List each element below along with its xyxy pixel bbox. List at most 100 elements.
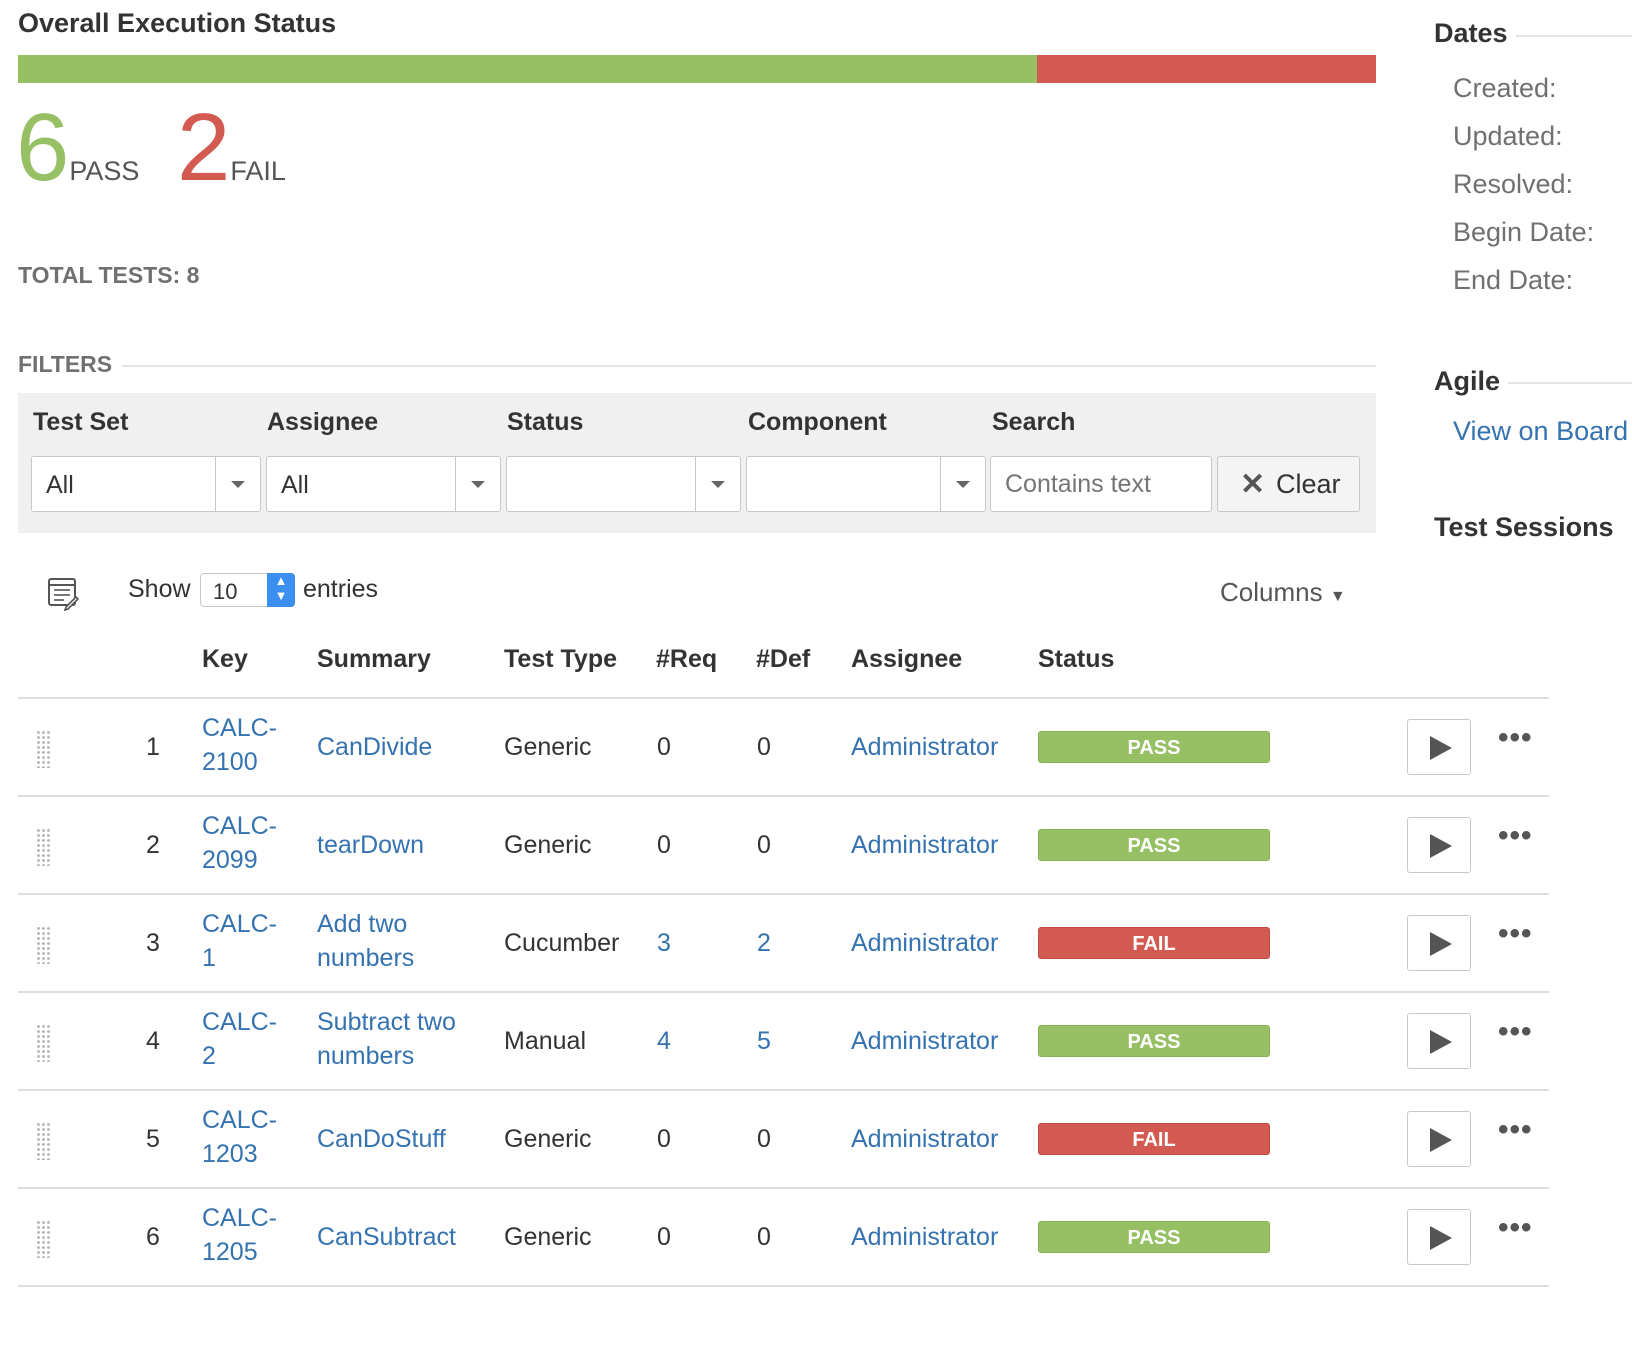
test-key-link[interactable]: CALC- 1205 (202, 1201, 277, 1269)
table-row: 2 CALC- 2099 tearDown Generic 0 0 Administrator… (18, 797, 1549, 893)
begin-date-label: Begin Date: (1453, 217, 1595, 247)
clear-label: Clear (1276, 469, 1341, 499)
key-number: 1 (202, 944, 216, 972)
test-key-link[interactable]: CALC- 2100 (202, 711, 277, 779)
play-icon[interactable] (1407, 1111, 1471, 1167)
columns-dropdown[interactable]: Columns ▼ (1220, 577, 1346, 608)
drag-handle-icon[interactable] (36, 828, 52, 866)
summary-line-1: Subtract two (317, 1008, 456, 1036)
status-filter-label: Status (507, 408, 584, 436)
test-sessions-heading: Test Sessions (1434, 512, 1614, 542)
req-count[interactable]: 4 (657, 1024, 671, 1058)
ellipsis-icon[interactable]: ••• (1498, 917, 1533, 951)
test-type: Generic (504, 831, 592, 859)
assignee-link[interactable]: Administrator (851, 828, 998, 862)
summary-link[interactable]: CanDoStuff (317, 1122, 446, 1156)
clear-button[interactable]: ✕ Clear (1217, 456, 1360, 512)
col-header-test-type[interactable]: Test Type (504, 645, 617, 674)
list-edit-icon[interactable] (46, 577, 80, 611)
ellipsis-icon[interactable]: ••• (1498, 1015, 1533, 1049)
caret-down-icon[interactable] (215, 457, 260, 511)
status-badge: FAIL (1038, 1123, 1270, 1155)
summary-link[interactable]: CanSubtract (317, 1220, 456, 1254)
view-on-board-link[interactable]: View on Board (1453, 416, 1628, 447)
col-header-def[interactable]: #Def (756, 645, 810, 674)
play-icon[interactable] (1407, 1209, 1471, 1265)
page-title: Overall Execution Status (18, 8, 337, 38)
summary-link[interactable]: Add two numbers (317, 907, 414, 975)
component-select[interactable] (746, 456, 986, 512)
test-key-link[interactable]: CALC- 1 (202, 907, 277, 975)
table-row: 5 CALC- 1203 CanDoStuff Generic 0 0 Administrat… (18, 1091, 1549, 1187)
row-number: 2 (146, 831, 160, 859)
summary-link[interactable]: CanDivide (317, 730, 432, 764)
agile-divider (1508, 382, 1632, 384)
play-icon[interactable] (1407, 719, 1471, 775)
fail-summary: 2FAIL (177, 100, 286, 196)
drag-handle-icon[interactable] (36, 1024, 52, 1062)
row-number: 4 (146, 1027, 160, 1055)
assignee-link[interactable]: Administrator (851, 1024, 998, 1058)
play-icon[interactable] (1407, 817, 1471, 873)
def-count[interactable]: 5 (757, 1024, 771, 1058)
caret-down-icon[interactable] (695, 457, 740, 511)
drag-handle-icon[interactable] (36, 1122, 52, 1160)
table-row: 3 CALC- 1 Add two numbers Cucumber 3 2 Administr… (18, 895, 1549, 991)
test-key-link[interactable]: CALC- 1203 (202, 1103, 277, 1171)
col-header-req[interactable]: #Req (656, 645, 717, 674)
assignee-link[interactable]: Administrator (851, 1220, 998, 1254)
def-count[interactable]: 2 (757, 926, 771, 960)
dates-divider (1516, 35, 1632, 37)
summary-line-1: CanDoStuff (317, 1125, 446, 1153)
assignee-link[interactable]: Administrator (851, 1122, 998, 1156)
assignee-link[interactable]: Administrator (851, 926, 998, 960)
test-set-select[interactable]: All (31, 456, 261, 512)
row-number: 6 (146, 1223, 160, 1251)
req-count: 0 (657, 1125, 671, 1153)
key-prefix: CALC- (202, 1106, 278, 1134)
ellipsis-icon[interactable]: ••• (1498, 819, 1533, 853)
dates-heading: Dates (1434, 18, 1508, 48)
drag-handle-icon[interactable] (36, 1220, 52, 1258)
search-input[interactable] (990, 456, 1212, 512)
ellipsis-icon[interactable]: ••• (1498, 1211, 1533, 1245)
status-badge: PASS (1038, 1221, 1270, 1253)
filters-heading: FILTERS (18, 351, 113, 377)
entries-label: entries (303, 575, 379, 603)
entries-select[interactable]: 10 ▲ ▼ (200, 573, 295, 607)
col-header-status[interactable]: Status (1038, 645, 1114, 674)
drag-handle-icon[interactable] (36, 730, 52, 768)
resolved-label: Resolved: (1453, 169, 1574, 199)
col-header-key[interactable]: Key (202, 645, 248, 674)
ellipsis-icon[interactable]: ••• (1498, 721, 1533, 755)
assignee-link[interactable]: Administrator (851, 730, 998, 764)
status-select[interactable] (506, 456, 741, 512)
test-key-link[interactable]: CALC- 2 (202, 1005, 277, 1073)
execution-progress-bar (18, 55, 1376, 83)
table-row: 1 CALC- 2100 CanDivide Generic 0 0 Administrato… (18, 699, 1549, 795)
drag-handle-icon[interactable] (36, 926, 52, 964)
col-header-summary[interactable]: Summary (317, 645, 431, 674)
play-icon[interactable] (1407, 1013, 1471, 1069)
test-type: Generic (504, 733, 592, 761)
test-key-link[interactable]: CALC- 2099 (202, 809, 277, 877)
status-badge: FAIL (1038, 927, 1270, 959)
key-number: 1205 (202, 1238, 258, 1266)
summary-link[interactable]: tearDown (317, 828, 424, 862)
ellipsis-icon[interactable]: ••• (1498, 1113, 1533, 1147)
summary-line-1: CanSubtract (317, 1223, 456, 1251)
updated-label: Updated: (1453, 121, 1563, 151)
stepper-arrows-icon[interactable]: ▲ ▼ (267, 573, 295, 607)
req-count[interactable]: 3 (657, 926, 671, 960)
key-number: 2100 (202, 748, 258, 776)
assignee-select[interactable]: All (266, 456, 501, 512)
caret-down-icon[interactable] (455, 457, 500, 511)
summary-line-2: numbers (317, 944, 415, 972)
summary-link[interactable]: Subtract two numbers (317, 1005, 456, 1073)
play-icon[interactable] (1407, 915, 1471, 971)
key-prefix: CALC- (202, 1204, 278, 1232)
pass-count: 6 (16, 94, 70, 201)
created-label: Created: (1453, 73, 1557, 103)
col-header-assignee[interactable]: Assignee (851, 645, 962, 674)
caret-down-icon[interactable] (940, 457, 985, 511)
